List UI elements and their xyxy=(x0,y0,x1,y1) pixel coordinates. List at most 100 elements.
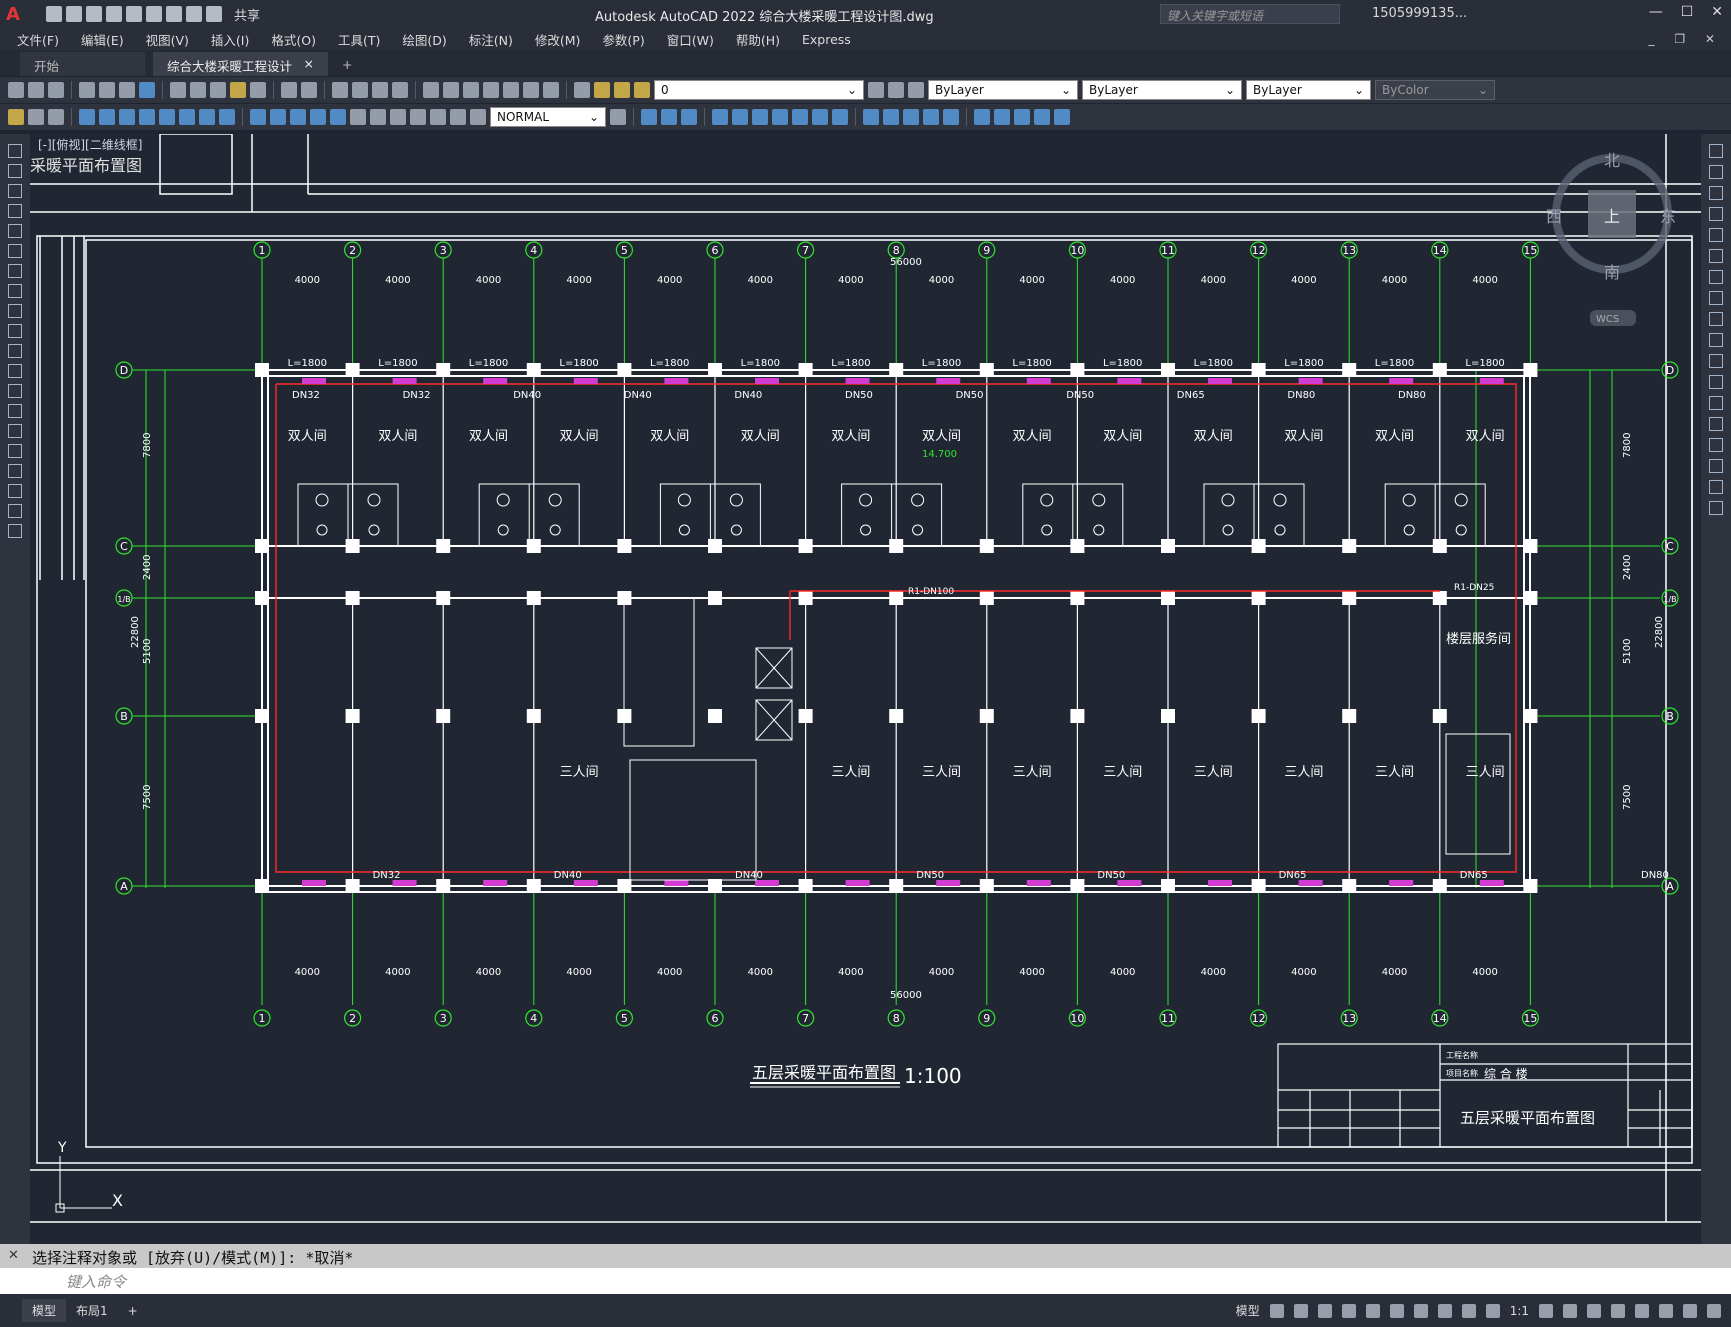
jogged-linear-icon[interactable] xyxy=(410,109,426,125)
menu-modify[interactable]: 修改(M) xyxy=(524,30,592,49)
undo-icon[interactable] xyxy=(281,82,297,98)
angular-dim-icon[interactable] xyxy=(219,109,235,125)
mirror-icon[interactable] xyxy=(1709,186,1723,200)
array-icon[interactable] xyxy=(1709,228,1723,242)
inspection-icon[interactable] xyxy=(390,109,406,125)
ordinate-dim-icon[interactable] xyxy=(139,109,155,125)
gear-icon[interactable] xyxy=(1539,1303,1553,1318)
break-icon[interactable] xyxy=(1709,396,1723,410)
layer-state-icon[interactable] xyxy=(908,82,924,98)
sun-icon[interactable] xyxy=(943,109,959,125)
tab-drawing[interactable]: 综合大楼采暖工程设计图* × xyxy=(153,52,328,93)
chamfer-icon[interactable] xyxy=(1709,438,1723,452)
tab-start[interactable]: 开始 xyxy=(20,52,145,76)
open-web-icon[interactable] xyxy=(126,6,142,22)
text-edit-icon[interactable] xyxy=(28,109,44,125)
publish-icon[interactable] xyxy=(119,82,135,98)
plotstyle-dropdown[interactable]: ByColor ⌄ xyxy=(1375,80,1495,100)
ucs-object-icon[interactable] xyxy=(792,109,808,125)
make-current-layer-icon[interactable] xyxy=(868,82,884,98)
add-layout-button[interactable]: + xyxy=(118,1301,148,1321)
polyline-icon[interactable] xyxy=(8,184,22,198)
break-point-icon[interactable] xyxy=(1709,375,1723,389)
units-icon[interactable] xyxy=(1587,1303,1601,1318)
help-icon[interactable] xyxy=(543,82,559,98)
shade-icon[interactable] xyxy=(863,109,879,125)
3d-print-icon[interactable] xyxy=(139,82,155,98)
viewcube-top-face[interactable]: 上 xyxy=(1604,207,1620,226)
rectangle-icon[interactable] xyxy=(8,224,22,238)
redo-icon[interactable] xyxy=(301,82,317,98)
share-button[interactable]: 共享 xyxy=(234,5,260,24)
quick-dim-icon[interactable] xyxy=(250,109,266,125)
ucs-previous-icon[interactable] xyxy=(752,109,768,125)
menu-help[interactable]: 帮助(H) xyxy=(725,30,791,49)
jogged-dim-icon[interactable] xyxy=(179,109,195,125)
linetype-dropdown[interactable]: ByLayer ⌄ xyxy=(1082,80,1242,100)
menu-draw[interactable]: 绘图(D) xyxy=(391,30,457,49)
color-dropdown[interactable]: ByLayer ⌄ xyxy=(928,80,1078,100)
autocad-logo-icon[interactable]: A xyxy=(0,0,26,28)
menu-express[interactable]: Express xyxy=(791,32,862,47)
gradient-icon[interactable] xyxy=(8,444,22,458)
dim-space-icon[interactable] xyxy=(310,109,326,125)
close-tab-icon[interactable]: × xyxy=(304,56,314,72)
layer-properties-icon[interactable] xyxy=(574,82,590,98)
clip-icon[interactable] xyxy=(1014,109,1030,125)
new-tab-button[interactable]: + xyxy=(342,57,352,72)
properties-icon[interactable] xyxy=(423,82,439,98)
undo-icon[interactable] xyxy=(186,6,202,22)
compass-west[interactable]: 西 xyxy=(1546,207,1562,226)
move-icon[interactable] xyxy=(1709,249,1723,263)
tab-layout1[interactable]: 布局1 xyxy=(66,1299,118,1322)
viewcube[interactable] xyxy=(1552,154,1672,326)
cut-icon[interactable] xyxy=(170,82,186,98)
close-icon[interactable]: ✕ xyxy=(8,1248,19,1263)
copy-icon[interactable] xyxy=(190,82,206,98)
named-views-icon[interactable] xyxy=(1054,109,1070,125)
diameter-dim-icon[interactable] xyxy=(199,109,215,125)
dim-style-manager-icon[interactable] xyxy=(610,109,626,125)
layer-on-icon[interactable] xyxy=(594,82,610,98)
polar-icon[interactable] xyxy=(1341,1303,1356,1318)
save-as-icon[interactable] xyxy=(106,6,122,22)
viewport-controls[interactable]: [-][俯视][二维线框] xyxy=(38,136,142,153)
ellipse-arc-icon[interactable] xyxy=(8,344,22,358)
line-icon[interactable] xyxy=(8,144,22,158)
menu-tools[interactable]: 工具(T) xyxy=(327,30,391,49)
dim-break-icon[interactable] xyxy=(330,109,346,125)
ucs-world-icon[interactable] xyxy=(732,109,748,125)
menu-format[interactable]: 格式(O) xyxy=(260,30,327,49)
open-icon[interactable] xyxy=(28,82,44,98)
redo-icon[interactable] xyxy=(206,6,222,22)
region-icon[interactable] xyxy=(8,464,22,478)
aligned-dim-icon[interactable] xyxy=(99,109,115,125)
spline-icon[interactable] xyxy=(8,304,22,318)
save-web-icon[interactable] xyxy=(146,6,162,22)
open-file-icon[interactable] xyxy=(66,6,82,22)
osnap-icon[interactable] xyxy=(1365,1303,1380,1318)
trim-icon[interactable] xyxy=(1709,333,1723,347)
revision-cloud-icon[interactable] xyxy=(8,284,22,298)
hatch-icon[interactable] xyxy=(8,424,22,438)
lineweight-icon[interactable] xyxy=(1437,1303,1452,1318)
menu-dimension[interactable]: 标注(N) xyxy=(458,30,524,49)
offset-icon[interactable] xyxy=(1709,207,1723,221)
render-icon[interactable] xyxy=(883,109,899,125)
continue-dim-icon[interactable] xyxy=(290,109,306,125)
tolerance-icon[interactable] xyxy=(350,109,366,125)
plot-preview-icon[interactable] xyxy=(99,82,115,98)
tab-model[interactable]: 模型 xyxy=(22,1299,67,1322)
materials-icon[interactable] xyxy=(903,109,919,125)
drawing-canvas[interactable]: 7800 2400 5100 7500 22800 7800 2400 5100… xyxy=(30,134,1701,1244)
markup-icon[interactable] xyxy=(503,82,519,98)
point-icon[interactable] xyxy=(8,404,22,418)
compass-east[interactable]: 东 xyxy=(1660,207,1676,226)
arc-length-icon[interactable] xyxy=(119,109,135,125)
pan-icon[interactable] xyxy=(332,82,348,98)
compass-north[interactable]: 北 xyxy=(1604,151,1620,170)
snap-icon[interactable] xyxy=(1293,1303,1308,1318)
design-center-icon[interactable] xyxy=(443,82,459,98)
customization-icon[interactable] xyxy=(1707,1303,1721,1318)
annotation-visibility-icon[interactable] xyxy=(1461,1303,1476,1318)
